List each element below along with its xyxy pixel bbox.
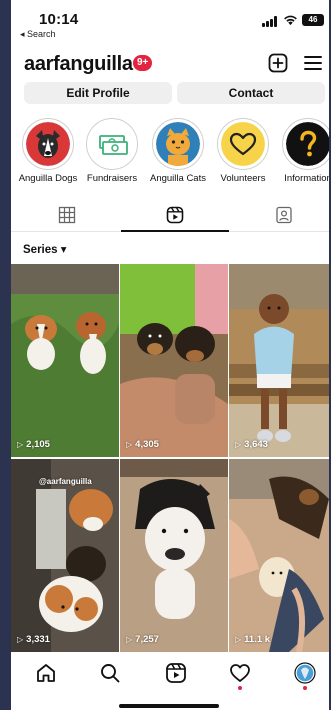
activity-notification-dot <box>238 686 242 690</box>
question-icon <box>286 122 329 166</box>
heart-icon <box>221 122 265 166</box>
avatar-icon[interactable] <box>294 662 316 684</box>
reels-icon[interactable] <box>166 206 184 224</box>
plus-square-icon[interactable] <box>268 53 288 73</box>
reels-icon[interactable] <box>165 662 187 684</box>
story-highlights: Anguilla Dogs Fundraisers Anguilla Cats … <box>11 118 329 188</box>
view-count: ▷ 3,643 <box>235 439 268 450</box>
highlight-label: Information <box>284 173 329 184</box>
reel-thumbnail[interactable]: ▷ 4,305 <box>120 264 228 457</box>
reel-thumbnail[interactable]: ▷ 2,105 <box>11 264 119 457</box>
cellular-signal-icon <box>262 16 279 27</box>
cat-icon <box>156 122 200 166</box>
grid-icon[interactable] <box>58 206 76 224</box>
reel-watermark: @aarfanguilla <box>39 477 92 486</box>
wifi-icon <box>284 15 297 26</box>
reel-thumbnail[interactable]: ▷ 7,257 <box>120 459 228 652</box>
play-icon: ▷ <box>235 440 242 449</box>
profile-username[interactable]: aarfanguilla <box>24 53 133 76</box>
back-to-search-link[interactable]: ◂ Search <box>20 29 56 40</box>
notification-badge[interactable]: 9+ <box>133 55 153 71</box>
play-icon: ▷ <box>235 635 242 644</box>
status-time: 10:14 <box>39 11 79 28</box>
tagged-person-icon[interactable] <box>275 206 293 224</box>
battery-icon: 46 <box>302 14 324 26</box>
heart-icon[interactable] <box>229 662 251 684</box>
phone-screen: 10:14 ◂ Search 46 aarfanguilla 9+ Edit P… <box>11 0 329 710</box>
home-indicator <box>119 704 219 708</box>
active-tab-indicator <box>121 230 229 232</box>
profile-header: aarfanguilla 9+ <box>11 46 329 78</box>
play-icon: ▷ <box>126 635 133 644</box>
view-count: ▷ 4,305 <box>126 439 159 450</box>
view-count: ▷ 11.1 k <box>235 634 271 645</box>
edit-profile-button[interactable]: Edit Profile <box>24 82 172 104</box>
view-count: ▷ 2,105 <box>17 439 50 450</box>
reels-grid: ▷ 2,105 ▷ 4,305 ▷ 3,643 @aarfanguilla ▷ … <box>11 264 329 652</box>
profile-tabs <box>11 200 329 232</box>
highlight-information[interactable]: Information <box>268 118 329 184</box>
reel-thumbnail[interactable]: ▷ 3,643 <box>229 264 329 457</box>
profile-notification-dot <box>303 686 307 690</box>
play-icon: ▷ <box>126 440 133 449</box>
dog-photo-icon <box>26 122 70 166</box>
view-count: ▷ 3,331 <box>17 634 50 645</box>
hamburger-menu-icon[interactable] <box>303 53 323 73</box>
play-icon: ▷ <box>17 635 24 644</box>
contact-button[interactable]: Contact <box>177 82 325 104</box>
search-icon[interactable] <box>99 662 121 684</box>
view-count: ▷ 7,257 <box>126 634 159 645</box>
series-dropdown[interactable]: Series ▾ <box>23 242 67 256</box>
reel-thumbnail[interactable]: @aarfanguilla ▷ 3,331 <box>11 459 119 652</box>
bottom-navigation <box>11 652 329 710</box>
reel-thumbnail[interactable]: ▷ 11.1 k <box>229 459 329 652</box>
status-bar: 10:14 ◂ Search 46 <box>11 0 329 40</box>
home-icon[interactable] <box>35 662 57 684</box>
play-icon: ▷ <box>17 440 24 449</box>
money-icon <box>90 122 134 166</box>
